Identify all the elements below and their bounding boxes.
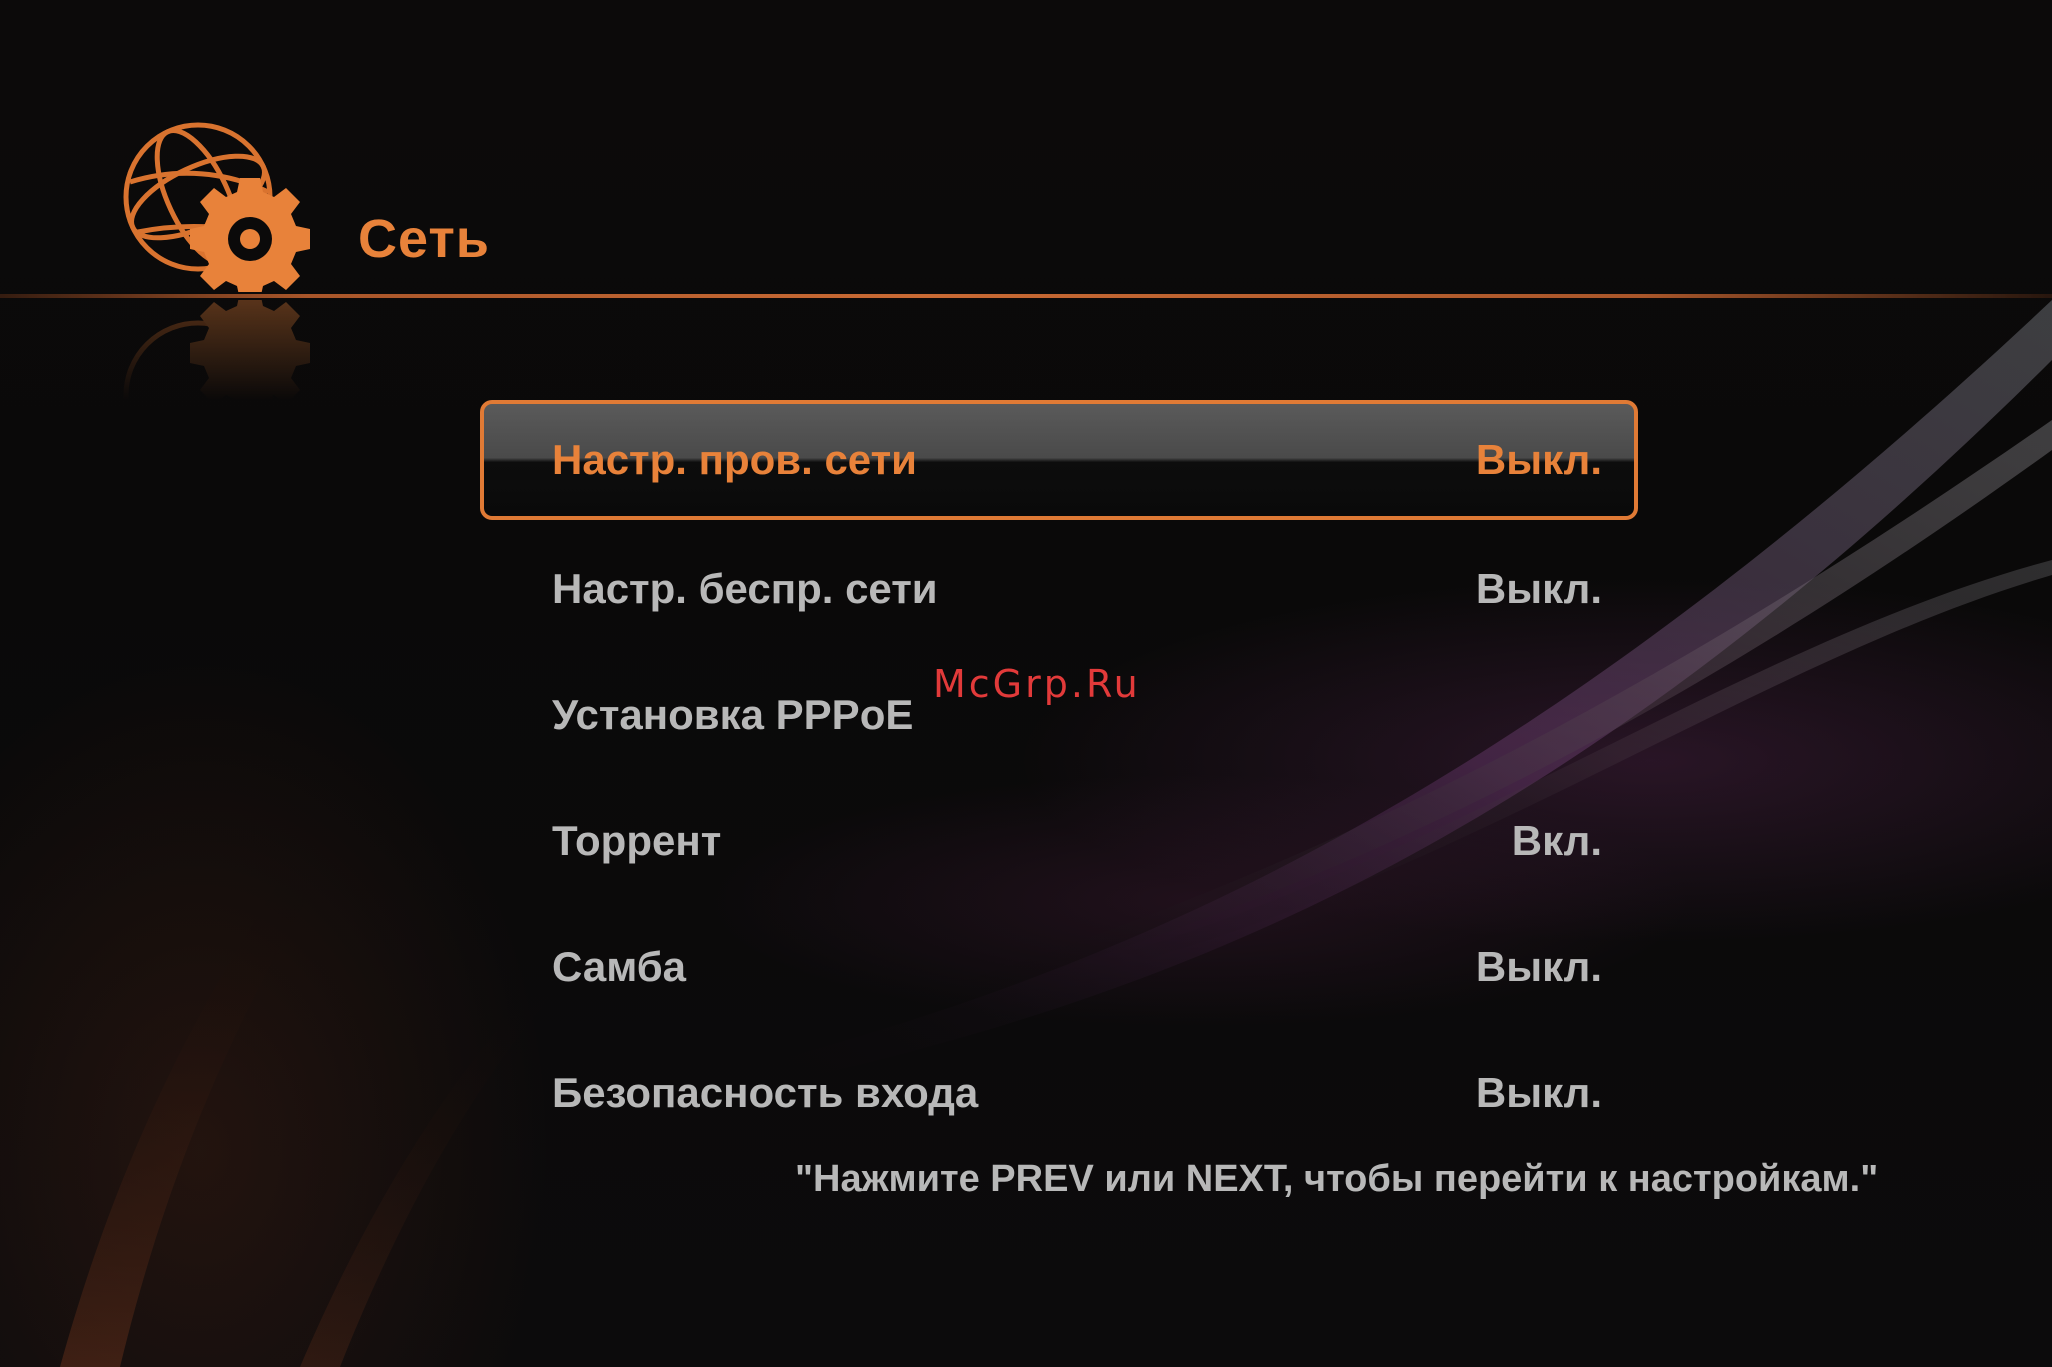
menu-item-torrent[interactable]: Торрент Вкл. [480,778,1638,904]
navigation-hint: "Нажмите PREV или NEXT, чтобы перейти к … [795,1158,1879,1200]
watermark: McGrp.Ru [933,662,1141,706]
icon-reflection [118,300,318,400]
header-divider [0,294,2052,298]
menu-item-wired-network[interactable]: Настр. пров. сети Выкл. [480,400,1638,520]
menu-item-samba[interactable]: Самба Выкл. [480,904,1638,1030]
menu-item-label: Безопасность входа [552,1069,979,1116]
menu-item-value: Выкл. [1475,436,1602,483]
menu-item-value: Вкл. [1511,817,1602,864]
menu-item-label: Настр. беспр. сети [552,565,938,612]
menu-item-label: Настр. пров. сети [552,436,917,483]
menu-item-value: Выкл. [1475,565,1602,612]
menu-item-value: Выкл. [1475,1069,1602,1116]
menu-item-value: Выкл. [1475,943,1602,990]
network-settings-icon [123,122,310,292]
settings-menu: Настр. пров. сети Выкл. Настр. беспр. се… [480,400,1638,1156]
network-settings-screen: Сеть Настр. пров. сети Выкл. Настр. бесп… [0,0,2052,1367]
page-title: Сеть [358,209,490,269]
menu-item-wireless-network[interactable]: Настр. беспр. сети Выкл. [480,526,1638,652]
menu-item-label: Установка PPPoE [552,691,914,738]
menu-item-login-security[interactable]: Безопасность входа Выкл. [480,1030,1638,1156]
menu-item-label: Самба [552,943,687,990]
menu-item-label: Торрент [552,817,722,864]
